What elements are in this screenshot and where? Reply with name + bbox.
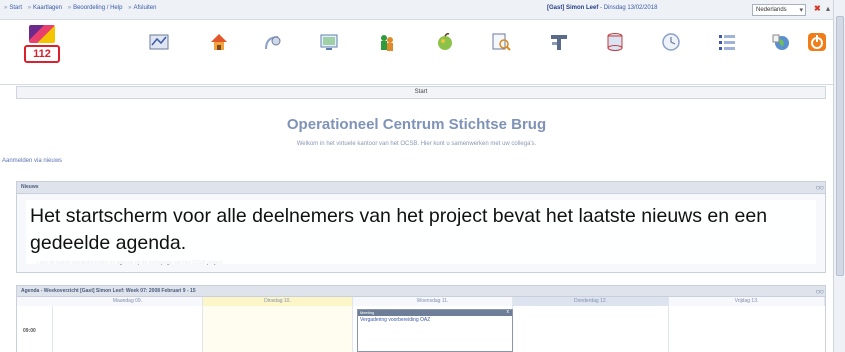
welcome-subtitle: Welkom in het virtuele kantoor van het O… [296, 141, 537, 147]
top-bar: Start Kaartlagen Beoordeling / Help Afsl… [0, 0, 833, 20]
crumb-afsluiten[interactable]: Afsluiten [128, 5, 156, 11]
close-icon[interactable]: ✖ [814, 4, 821, 13]
user-role: [Gast] [547, 5, 565, 11]
section-title-bar: Start [16, 86, 826, 99]
agenda-day-header: Maandag 09. Dinsdag 10. Woensdag 11. Don… [17, 297, 825, 306]
day-wednesday[interactable]: Woensdag 11. [353, 297, 513, 306]
news-panel-title: Nieuws [21, 184, 39, 190]
user-info: [Gast] Simon Leef - Dinsdag 13/02/2018 [547, 5, 657, 11]
panel-controls-icon[interactable]: ○○ [815, 183, 824, 192]
database-icon[interactable] [604, 31, 626, 53]
crumb-help[interactable]: Beoordeling / Help [68, 5, 123, 11]
breadcrumb: Start Kaartlagen Beoordeling / Help Afsl… [4, 5, 160, 11]
news-panel-header: Nieuws [17, 182, 825, 194]
list-icon[interactable] [716, 31, 738, 53]
current-date: - Dinsdag 13/02/2018 [600, 5, 658, 11]
day-monday[interactable]: Maandag 09. [53, 297, 203, 306]
day-tuesday[interactable]: Dinsdag 10. [203, 297, 353, 306]
logo-112: 112 [24, 25, 60, 65]
monitor-icon[interactable] [318, 31, 340, 53]
agenda-event[interactable]: Meeting Vergadering voorbereiding OAZ [357, 309, 513, 352]
scrollbar-thumb[interactable] [836, 16, 844, 276]
agenda-title: Agenda - Weekoverzicht [Gast] Simon Leef… [21, 288, 196, 294]
logo-flag-icon [29, 25, 55, 43]
power-icon[interactable] [806, 31, 828, 53]
grid-column[interactable] [53, 306, 203, 352]
main-toolbar: 112 [0, 21, 833, 85]
agenda-controls-icon[interactable]: ○○ [815, 287, 824, 296]
event-title[interactable]: Vergadering voorbereiding OAZ [358, 316, 512, 324]
vertical-scrollbar[interactable] [833, 0, 845, 352]
people-icon[interactable] [376, 31, 398, 53]
agenda-panel: Agenda - Weekoverzicht [Gast] Simon Leef… [16, 285, 826, 352]
news-link[interactable]: Aanmelden via nieuws [2, 158, 62, 164]
user-name[interactable]: Simon Leef [566, 5, 598, 11]
document-search-icon[interactable] [490, 31, 512, 53]
caption-overlay: Het startscherm voor alle deelnemers van… [26, 200, 816, 264]
grid-column[interactable] [513, 306, 669, 352]
page: Start Kaartlagen Beoordeling / Help Afsl… [0, 0, 845, 352]
day-thursday[interactable]: Donderdag 12. [513, 297, 669, 306]
agenda-panel-header: Agenda - Weekoverzicht [Gast] Simon Leef… [17, 286, 825, 297]
crumb-start[interactable]: Start [4, 5, 22, 11]
apple-icon[interactable] [434, 31, 456, 53]
satellite-icon[interactable] [262, 31, 284, 53]
language-select[interactable]: Nederlands [752, 4, 806, 16]
grid-column[interactable] [203, 306, 353, 352]
tools-icon[interactable] [548, 31, 570, 53]
home-icon[interactable] [208, 31, 230, 53]
page-title: Operationeel Centrum Stichtse Brug [286, 116, 547, 133]
logo-number: 112 [24, 45, 60, 63]
map-icon[interactable] [148, 31, 170, 53]
time-label: 09:00 [23, 328, 36, 334]
crumb-kaartlagen[interactable]: Kaartlagen [28, 5, 62, 11]
agenda-grid: 09:00 Meeting Vergadering voorbereiding … [17, 306, 825, 352]
clock-icon[interactable] [660, 31, 682, 53]
day-friday[interactable]: Vrijdag 13. [669, 297, 825, 306]
globe-icon[interactable] [770, 31, 792, 53]
scroll-up-icon[interactable]: ▴ [826, 4, 830, 13]
